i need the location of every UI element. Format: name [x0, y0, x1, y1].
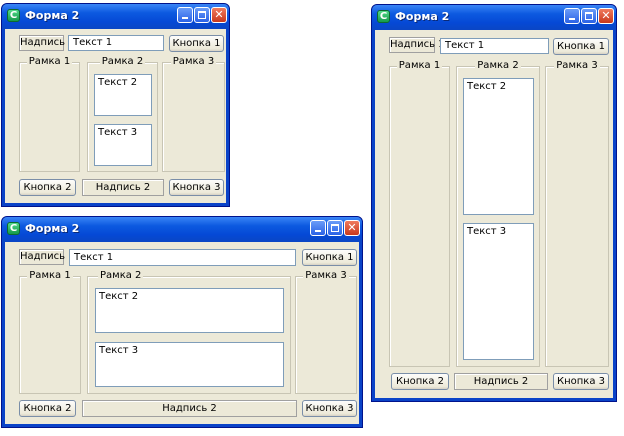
maximize-button[interactable] [194, 7, 210, 23]
button-1[interactable]: Кнопка 1 [302, 249, 357, 266]
text-2-memo[interactable]: Текст 2 [463, 78, 534, 215]
frame-3: Рамка 3 [162, 56, 225, 172]
maximize-button[interactable] [581, 8, 597, 24]
maximize-icon [585, 12, 593, 20]
frame-3-caption: Рамка 3 [303, 270, 349, 281]
maximize-button[interactable] [327, 220, 343, 236]
frame-2: Рамка 2 Текст 2 Текст 3 [87, 56, 158, 172]
window-title: Форма 2 [25, 222, 80, 235]
minimize-button[interactable] [177, 7, 193, 23]
minimize-icon [315, 230, 321, 232]
label-2: Надпись 2 [454, 373, 548, 390]
title-bar[interactable]: C Форма 2 ✕ [2, 217, 362, 242]
close-button[interactable]: ✕ [344, 220, 360, 236]
window-wide: C Форма 2 ✕ Надпись 1 Текст 1 Кнопка 1 Р… [1, 216, 363, 428]
frame-3-caption: Рамка 3 [170, 56, 217, 67]
frame-2-caption: Рамка 2 [98, 270, 144, 281]
button-2[interactable]: Кнопка 2 [19, 179, 76, 196]
label-1: Надпись 1 [19, 35, 75, 51]
close-icon: ✕ [347, 221, 357, 234]
frame-2: Рамка 2 Текст 2 Текст 3 [456, 60, 540, 367]
close-icon: ✕ [214, 8, 224, 21]
text-1-input[interactable]: Текст 1 [68, 35, 164, 51]
frame-2-caption: Рамка 2 [475, 60, 521, 71]
frame-3: Рамка 3 [295, 270, 357, 394]
title-bar[interactable]: C Форма 2 ✕ [2, 4, 229, 29]
app-icon[interactable]: C [7, 9, 20, 22]
client-area: Надпись 1 Текст 1 Кнопка 1 Рамка 1 Рамка… [5, 29, 226, 203]
client-area: Надпись 1 Текст 1 Кнопка 1 Рамка 1 Рамка… [375, 30, 613, 398]
button-3[interactable]: Кнопка 3 [553, 373, 609, 390]
button-2[interactable]: Кнопка 2 [391, 373, 449, 390]
label-1: Надпись 1 [19, 249, 75, 265]
text-3-memo[interactable]: Текст 3 [95, 342, 284, 387]
button-1[interactable]: Кнопка 1 [553, 38, 609, 55]
minimize-button[interactable] [564, 8, 580, 24]
frame-1-caption: Рамка 1 [396, 60, 443, 71]
label-2: Надпись 2 [82, 400, 297, 417]
close-button[interactable]: ✕ [598, 8, 614, 24]
frame-2-caption: Рамка 2 [99, 56, 146, 67]
label-2: Надпись 2 [82, 179, 164, 196]
frame-3: Рамка 3 [545, 60, 609, 367]
text-3-memo[interactable]: Текст 3 [94, 124, 152, 166]
frame-1: Рамка 1 [19, 56, 80, 172]
button-1[interactable]: Кнопка 1 [169, 35, 224, 52]
close-button[interactable]: ✕ [211, 7, 227, 23]
frame-1: Рамка 1 [389, 60, 450, 367]
app-icon[interactable]: C [377, 10, 390, 23]
maximize-icon [198, 11, 206, 19]
minimize-button[interactable] [310, 220, 326, 236]
frame-1: Рамка 1 [19, 270, 81, 394]
text-2-memo[interactable]: Текст 2 [95, 288, 284, 333]
close-icon: ✕ [601, 9, 611, 22]
button-2[interactable]: Кнопка 2 [19, 400, 76, 417]
minimize-icon [182, 17, 188, 19]
title-bar[interactable]: C Форма 2 ✕ [372, 5, 616, 30]
text-1-input[interactable]: Текст 1 [440, 38, 549, 54]
window-title: Форма 2 [395, 10, 450, 23]
frame-1-caption: Рамка 1 [27, 270, 73, 281]
text-1-input[interactable]: Текст 1 [69, 249, 296, 266]
minimize-icon [569, 18, 575, 20]
button-3[interactable]: Кнопка 3 [302, 400, 357, 417]
window-tall: C Форма 2 ✕ Надпись 1 Текст 1 Кнопка 1 Р… [371, 4, 617, 402]
client-area: Надпись 1 Текст 1 Кнопка 1 Рамка 1 Рамка… [5, 242, 359, 424]
text-2-memo[interactable]: Текст 2 [94, 74, 152, 116]
maximize-icon [331, 224, 339, 232]
frame-2: Рамка 2 Текст 2 Текст 3 [87, 270, 291, 394]
label-1: Надпись 1 [389, 37, 445, 53]
frame-3-caption: Рамка 3 [554, 60, 600, 71]
window-small: C Форма 2 ✕ Надпись 1 Текст 1 Кнопка 1 Р… [1, 3, 230, 207]
app-icon[interactable]: C [7, 222, 20, 235]
button-3[interactable]: Кнопка 3 [169, 179, 224, 196]
text-3-memo[interactable]: Текст 3 [463, 223, 534, 360]
window-title: Форма 2 [25, 9, 80, 22]
frame-1-caption: Рамка 1 [26, 56, 73, 67]
